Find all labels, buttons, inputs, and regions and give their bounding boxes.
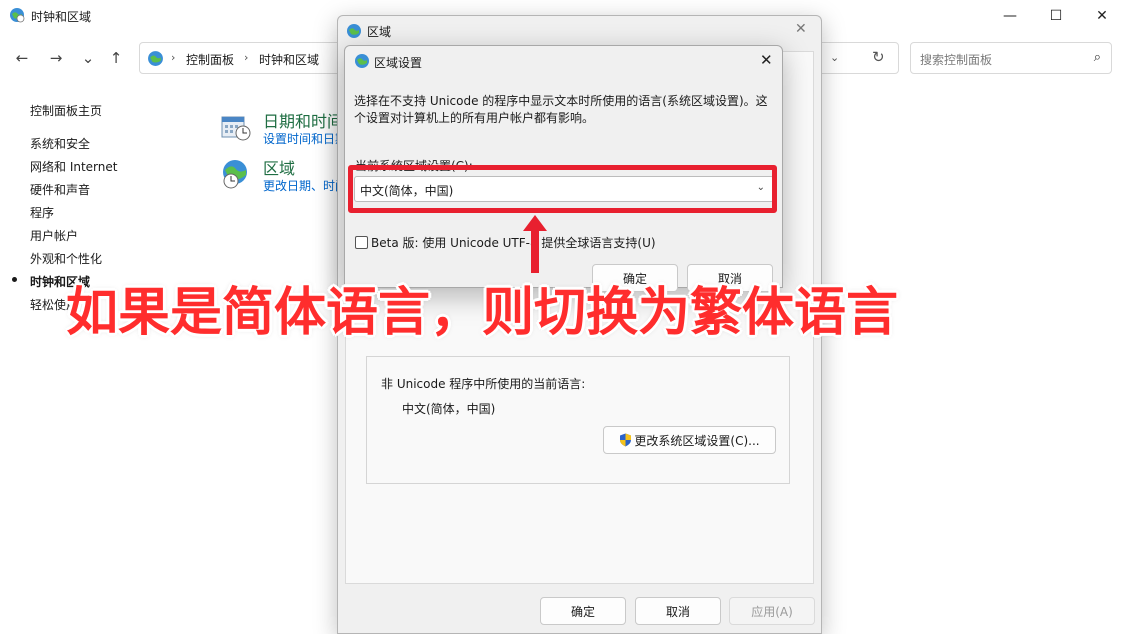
region-settings-title: 区域设置	[374, 56, 423, 70]
current-language-value: 中文(简体，中国)	[402, 402, 496, 416]
sidebar-item-user-accounts[interactable]: 用户帐户	[30, 227, 78, 244]
sidebar-item-system-security[interactable]: 系统和安全	[30, 135, 90, 152]
close-window-button[interactable]: ✕	[1079, 0, 1125, 32]
maximize-button[interactable]: ☐	[1033, 0, 1079, 32]
breadcrumb-separator-icon: ›	[244, 51, 249, 64]
sidebar-item-network[interactable]: 网络和 Internet	[30, 158, 117, 175]
system-locale-groupbox: 非 Unicode 程序中所使用的当前语言: 中文(简体，中国) 更改系统区域设…	[366, 356, 790, 484]
uac-shield-icon	[620, 433, 632, 447]
breadcrumb-control-panel[interactable]: 控制面板	[186, 51, 234, 68]
category-title-region[interactable]: 区域	[263, 155, 295, 179]
globe-clock-icon	[223, 160, 247, 189]
sidebar-item-programs[interactable]: 程序	[30, 204, 54, 221]
region-apply-button[interactable]: 应用(A)	[729, 597, 815, 625]
region-globe-icon	[347, 24, 361, 38]
region-settings-close-icon[interactable]: ✕	[760, 51, 773, 69]
breadcrumb-clock-region[interactable]: 时钟和区域	[259, 51, 319, 68]
region-dialog-title: 区域	[367, 25, 392, 39]
current-item-bullet-icon	[12, 277, 17, 282]
change-system-locale-button[interactable]: 更改系统区域设置(C)...	[603, 426, 776, 454]
sidebar-item-appearance[interactable]: 外观和个性化	[30, 250, 102, 267]
change-system-locale-label: 更改系统区域设置(C)...	[634, 433, 760, 448]
search-input[interactable]: 搜索控制面板 ⌕	[910, 42, 1112, 74]
up-arrow-icon[interactable]: ↑	[104, 48, 128, 68]
refresh-icon[interactable]: ↻	[872, 48, 885, 66]
breadcrumb-separator-icon: ›	[171, 51, 176, 64]
non-unicode-label: 非 Unicode 程序中所使用的当前语言:	[381, 377, 586, 391]
control-panel-icon	[148, 51, 163, 66]
region-settings-globe-icon	[355, 54, 369, 68]
back-arrow-icon[interactable]: ←	[10, 48, 34, 68]
utf8-beta-label[interactable]: Beta 版: 使用 Unicode UTF-8 提供全球语言支持(U)	[371, 234, 656, 251]
address-dropdown-icon[interactable]: ⌄	[830, 51, 839, 64]
search-icon[interactable]: ⌕	[1094, 50, 1101, 65]
utf8-beta-checkbox[interactable]	[355, 236, 368, 249]
minimize-button[interactable]: —	[987, 0, 1033, 32]
sidebar-item-hardware-sound[interactable]: 硬件和声音	[30, 181, 90, 198]
calendar-clock-icon	[221, 116, 251, 141]
recent-locations-chevron-icon[interactable]: ⌄	[76, 48, 100, 68]
forward-arrow-icon[interactable]: →	[44, 48, 68, 68]
control-panel-app-icon	[10, 8, 25, 23]
region-ok-button[interactable]: 确定	[540, 597, 626, 625]
category-date-time: 日期和时间 设置时间和日期 更改时区	[220, 108, 399, 148]
window-title: 时钟和区域	[31, 10, 92, 24]
region-settings-description: 选择在不支持 Unicode 的程序中显示文本时所使用的语言(系统区域设置)。这…	[354, 94, 768, 125]
search-placeholder: 搜索控制面板	[920, 53, 993, 67]
region-cancel-button[interactable]: 取消	[635, 597, 721, 625]
region-dialog-close-icon[interactable]: ✕	[795, 21, 807, 37]
category-title-date-time[interactable]: 日期和时间	[263, 108, 343, 132]
category-region: 区域 更改日期、时间或数字格式	[220, 155, 407, 195]
annotation-caption: 如果是简体语言，则切换为繁体语言	[66, 283, 899, 343]
sidebar-item-home[interactable]: 控制面板主页	[30, 102, 102, 119]
highlight-box	[348, 165, 777, 213]
annotation-arrow-icon	[523, 215, 547, 273]
